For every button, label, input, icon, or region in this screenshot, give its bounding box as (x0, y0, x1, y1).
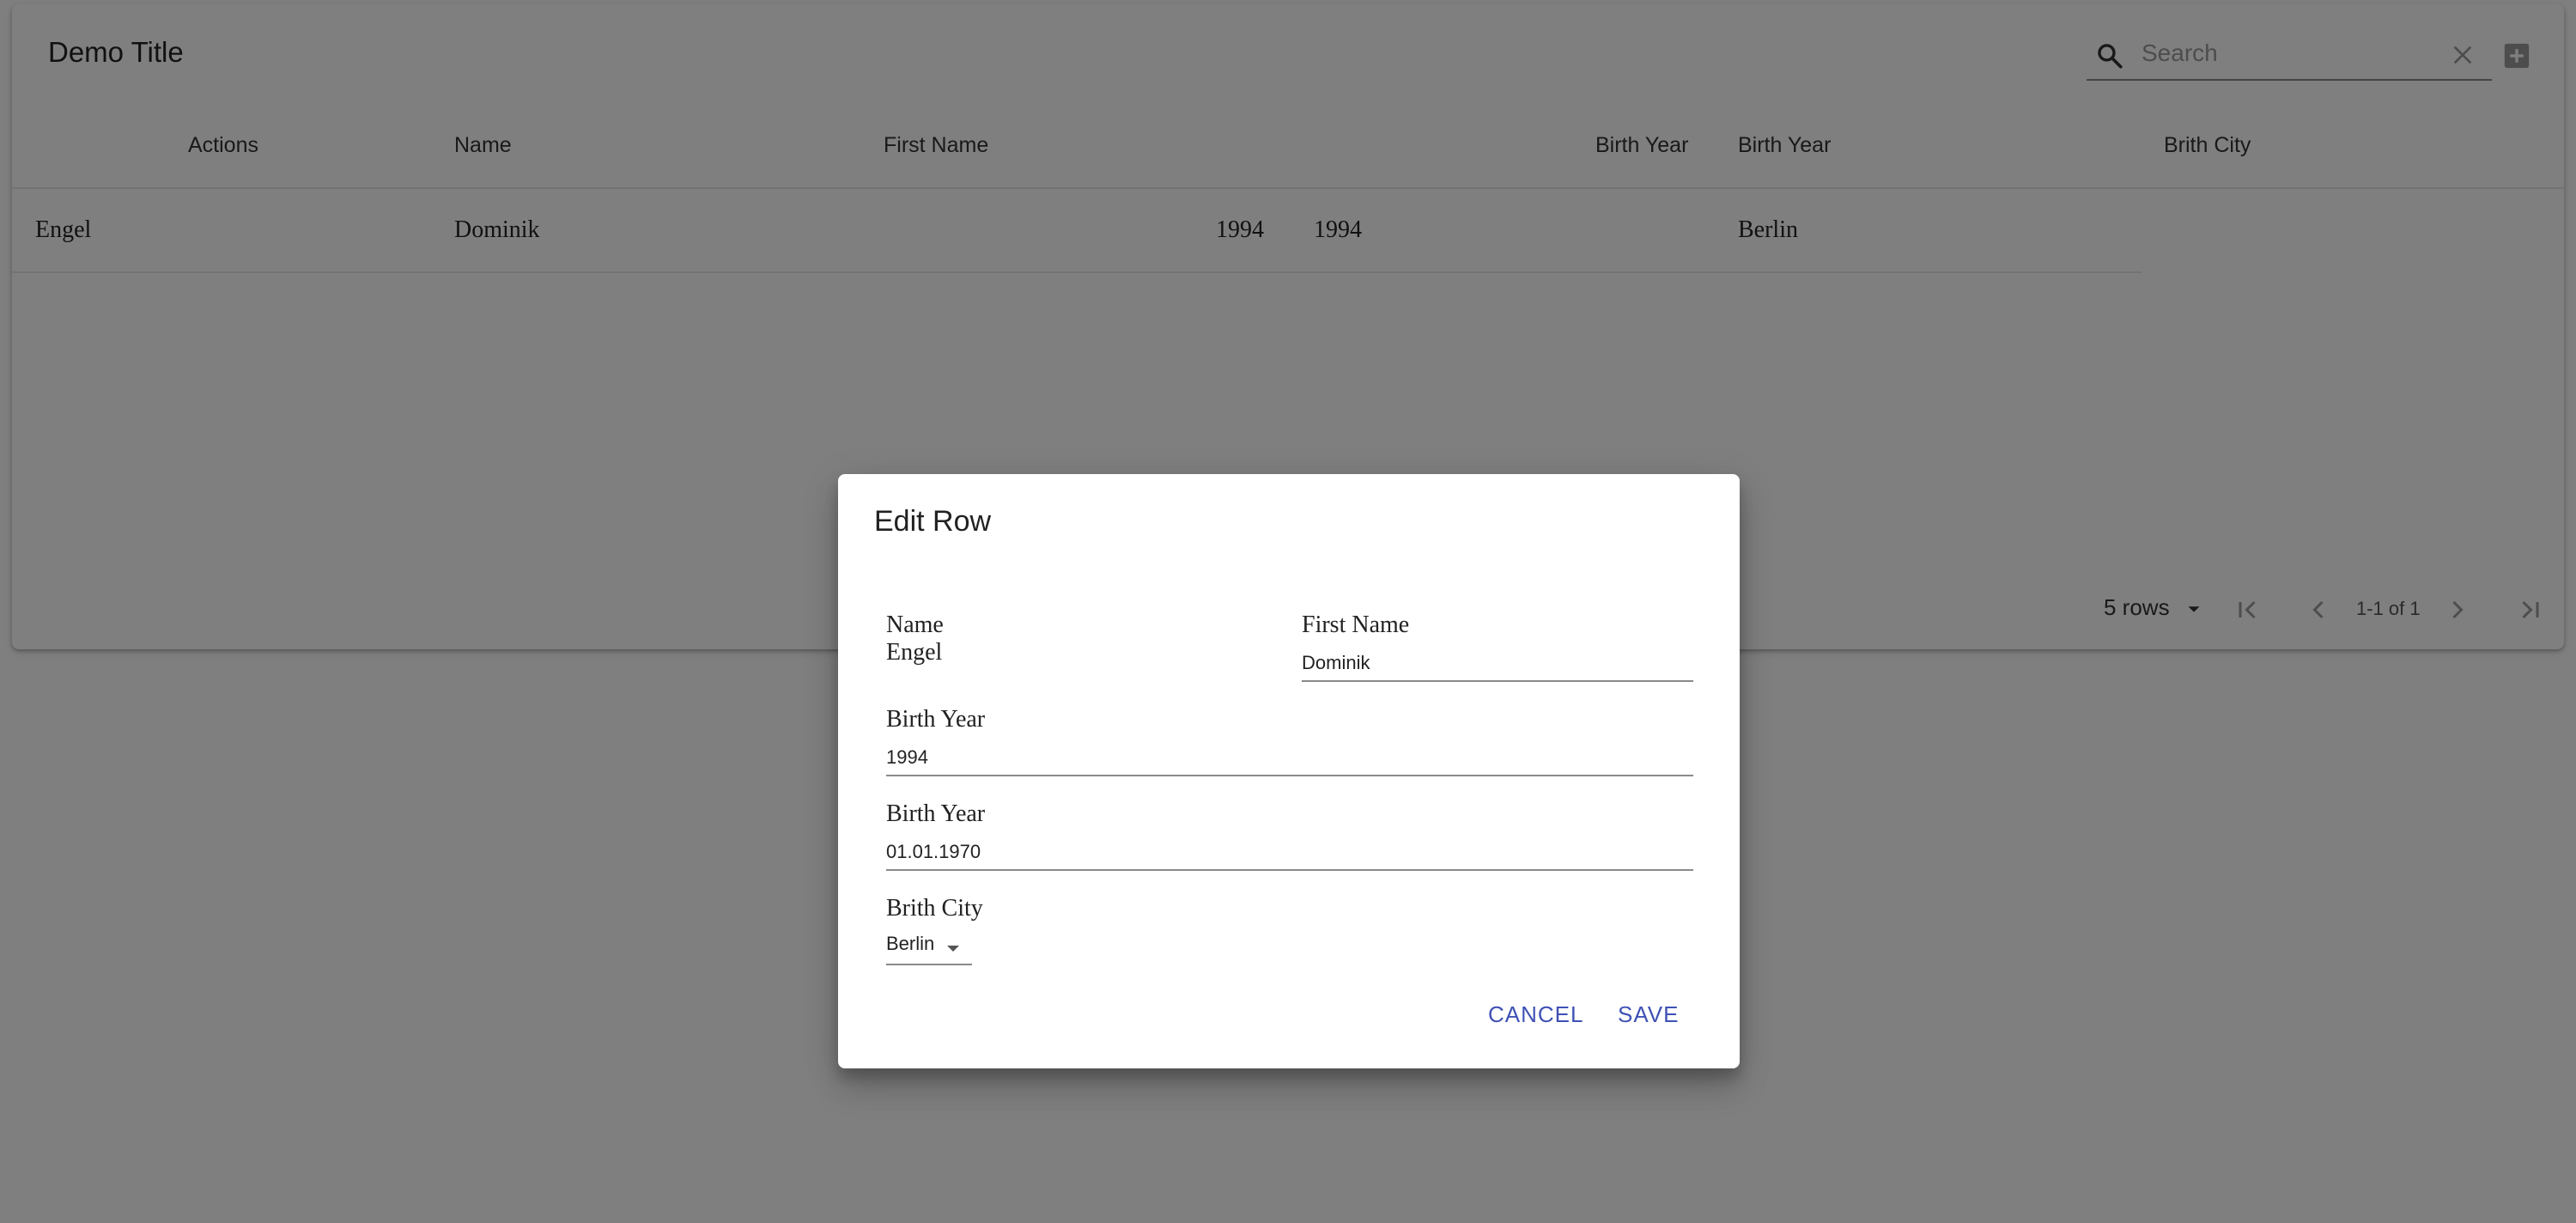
birth-year-field[interactable] (886, 740, 1693, 776)
dialog-title: Edit Row (874, 505, 992, 538)
birth-year-label: Birth Year (886, 706, 986, 733)
chevron-down-icon (947, 946, 959, 952)
birth-city-label: Brith City (886, 895, 983, 922)
edit-row-dialog: Edit Row Name Engel First Name Birth Yea… (838, 474, 1740, 1068)
name-label: Name (886, 612, 944, 638)
birth-city-select[interactable]: Berlin (886, 931, 972, 965)
name-value: Engel (886, 639, 943, 666)
birth-city-value: Berlin (886, 933, 935, 954)
birth-date-field[interactable] (886, 835, 1693, 871)
first-name-label: First Name (1302, 612, 1410, 638)
birth-date-label: Birth Year (886, 800, 986, 827)
save-button[interactable]: SAVE (1618, 1001, 1679, 1028)
cancel-button[interactable]: CANCEL (1488, 1001, 1583, 1028)
first-name-field[interactable] (1302, 646, 1693, 682)
